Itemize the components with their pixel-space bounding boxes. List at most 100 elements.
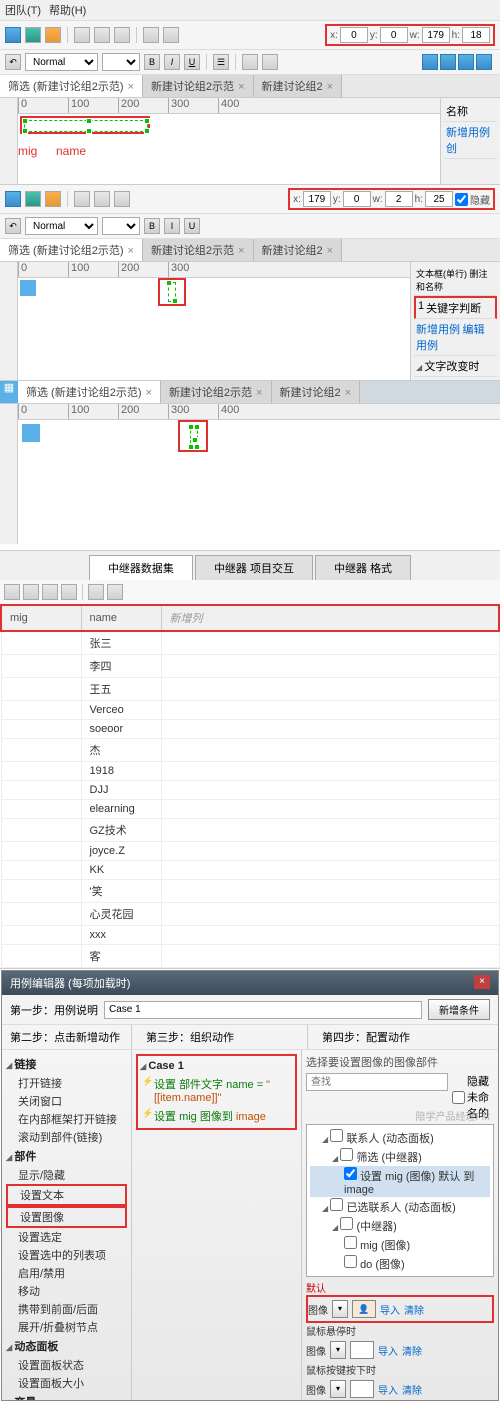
action-list[interactable]: Case 1 设置 部件文字 name = "[[item.name]]" 设置… (132, 1050, 302, 1400)
tree-set-mig[interactable]: 设置 mig (图像) 默认 到 image (310, 1166, 490, 1197)
tree-filter[interactable]: 筛选 (中继器) (310, 1147, 490, 1166)
table-row[interactable]: xxx (1, 926, 499, 945)
table-row[interactable]: GZ技术 (1, 819, 499, 842)
table-row[interactable]: 杰 (1, 739, 499, 762)
image-dropdown[interactable]: ▾ (332, 1300, 348, 1318)
tab-filter[interactable]: 筛选 (新建讨论组2示范)× (18, 381, 161, 403)
front-icon[interactable] (422, 54, 438, 70)
underline-button[interactable]: U (184, 54, 200, 70)
action-bring-front[interactable]: 携带到前面/后面 (6, 1300, 127, 1318)
canvas[interactable]: mig name (18, 114, 440, 184)
action-entry-1[interactable]: 设置 部件文字 name = "[[item.name]]" (140, 1074, 293, 1106)
clear-link[interactable]: 清除 (402, 1343, 422, 1358)
col-name[interactable]: name (81, 605, 161, 631)
del-col-icon[interactable] (107, 584, 123, 600)
font-size-select[interactable]: 13 (102, 217, 140, 235)
back-icon[interactable] (440, 54, 456, 70)
forward-icon[interactable] (458, 54, 474, 70)
tool-widget[interactable] (25, 191, 41, 207)
style-select[interactable]: Normal (25, 53, 98, 71)
w-input[interactable] (422, 27, 450, 43)
x-input[interactable] (340, 27, 368, 43)
table-row[interactable]: '笑 (1, 880, 499, 903)
action-set-text[interactable]: 设置文本 (6, 1184, 127, 1206)
action-close-window[interactable]: 关闭窗口 (6, 1092, 127, 1110)
h-input[interactable] (425, 191, 453, 207)
x-input[interactable] (303, 191, 331, 207)
tool-select[interactable] (5, 27, 21, 43)
tab-item-interaction[interactable]: 中继器 项目交互 (195, 555, 313, 580)
align-center-icon[interactable] (94, 27, 110, 43)
table-row[interactable]: DJJ (1, 781, 499, 800)
tree-mig-img[interactable]: mig (图像) (310, 1235, 490, 1254)
image-preview[interactable] (350, 1341, 374, 1359)
table-row[interactable]: Verceo (1, 701, 499, 720)
tab-filter[interactable]: 筛选 (新建讨论组2示范)× (0, 75, 143, 97)
table-row[interactable]: 1918 (1, 762, 499, 781)
menu-group[interactable]: 团队(T) (5, 2, 41, 18)
fill-color-icon[interactable] (242, 54, 258, 70)
distribute-h-icon[interactable] (143, 27, 159, 43)
tab-filter[interactable]: 筛选 (新建讨论组2示范)× (0, 239, 143, 261)
close-icon[interactable]: × (238, 81, 244, 93)
bullet-list-icon[interactable]: ☰ (213, 54, 229, 70)
font-size-select[interactable]: 13 (102, 53, 140, 71)
italic-button[interactable]: I (164, 218, 180, 234)
action-set-image[interactable]: 设置图像 (6, 1206, 127, 1228)
tab-new[interactable]: 新建讨论组2× (254, 239, 343, 261)
move-up-icon[interactable] (42, 584, 58, 600)
tool-select[interactable] (5, 191, 21, 207)
bold-button[interactable]: B (144, 218, 160, 234)
line-color-icon[interactable] (262, 54, 278, 70)
image-preview[interactable]: 👤 (352, 1300, 376, 1318)
add-col-icon[interactable] (88, 584, 104, 600)
table-row[interactable]: 张三 (1, 631, 499, 655)
col-add[interactable]: 新增列 (161, 605, 499, 631)
y-input[interactable] (343, 191, 371, 207)
action-entry-2[interactable]: 设置 mig 图像到 image (140, 1106, 293, 1126)
clear-link[interactable]: 清除 (402, 1382, 422, 1397)
action-open-link[interactable]: 打开链接 (6, 1074, 127, 1092)
add-condition-button[interactable]: 新增条件 (428, 999, 490, 1020)
tab-format[interactable]: 中继器 格式 (315, 555, 411, 580)
close-button[interactable]: × (474, 975, 490, 989)
action-set-selected[interactable]: 设置选定 (6, 1228, 127, 1246)
image-widget[interactable] (22, 424, 40, 442)
image-preview[interactable] (350, 1380, 374, 1398)
undo-icon[interactable]: ↶ (5, 54, 21, 70)
table-row[interactable]: 客 (1, 945, 499, 968)
tab-new[interactable]: 新建讨论组2× (272, 381, 361, 403)
clear-link[interactable]: 清除 (404, 1302, 424, 1317)
col-mig[interactable]: mig (1, 605, 81, 631)
close-icon[interactable]: × (327, 81, 333, 93)
import-link[interactable]: 导入 (378, 1343, 398, 1358)
table-row[interactable]: joyce.Z (1, 842, 499, 861)
italic-button[interactable]: I (164, 54, 180, 70)
tab-new[interactable]: 新建讨论组2× (254, 75, 343, 97)
repeater-table[interactable]: mig name 新增列 张三李四王五Verceosoeoor杰1918DJJe… (0, 604, 500, 968)
align-right-icon[interactable] (114, 27, 130, 43)
table-row[interactable]: elearning (1, 800, 499, 819)
del-row-icon[interactable] (23, 584, 39, 600)
bold-button[interactable]: B (144, 54, 160, 70)
tool-shape[interactable] (45, 191, 61, 207)
action-expand-tree[interactable]: 展开/折叠树节点 (6, 1318, 127, 1336)
action-move[interactable]: 移动 (6, 1282, 127, 1300)
action-panel-size[interactable]: 设置面板大小 (6, 1374, 127, 1392)
underline-button[interactable]: U (184, 218, 200, 234)
action-set-list-item[interactable]: 设置选中的列表项 (6, 1246, 127, 1264)
align-right-icon[interactable] (114, 191, 130, 207)
y-input[interactable] (380, 27, 408, 43)
tree-do-img[interactable]: do (图像) (310, 1254, 490, 1273)
tab-demo[interactable]: 新建讨论组2示范× (143, 75, 254, 97)
canvas[interactable] (18, 420, 500, 550)
distribute-v-icon[interactable] (163, 27, 179, 43)
action-open-in-frame[interactable]: 在内部框架打开链接 (6, 1110, 127, 1128)
selected-widget[interactable] (24, 120, 148, 132)
tab-demo[interactable]: 新建讨论组2示范× (161, 381, 272, 403)
case-name-input[interactable] (104, 1001, 422, 1019)
undo-icon[interactable]: ↶ (5, 218, 21, 234)
table-row[interactable]: soeoor (1, 720, 499, 739)
backward-icon[interactable] (476, 54, 492, 70)
tree-contact[interactable]: 联系人 (动态面板) (310, 1128, 490, 1147)
